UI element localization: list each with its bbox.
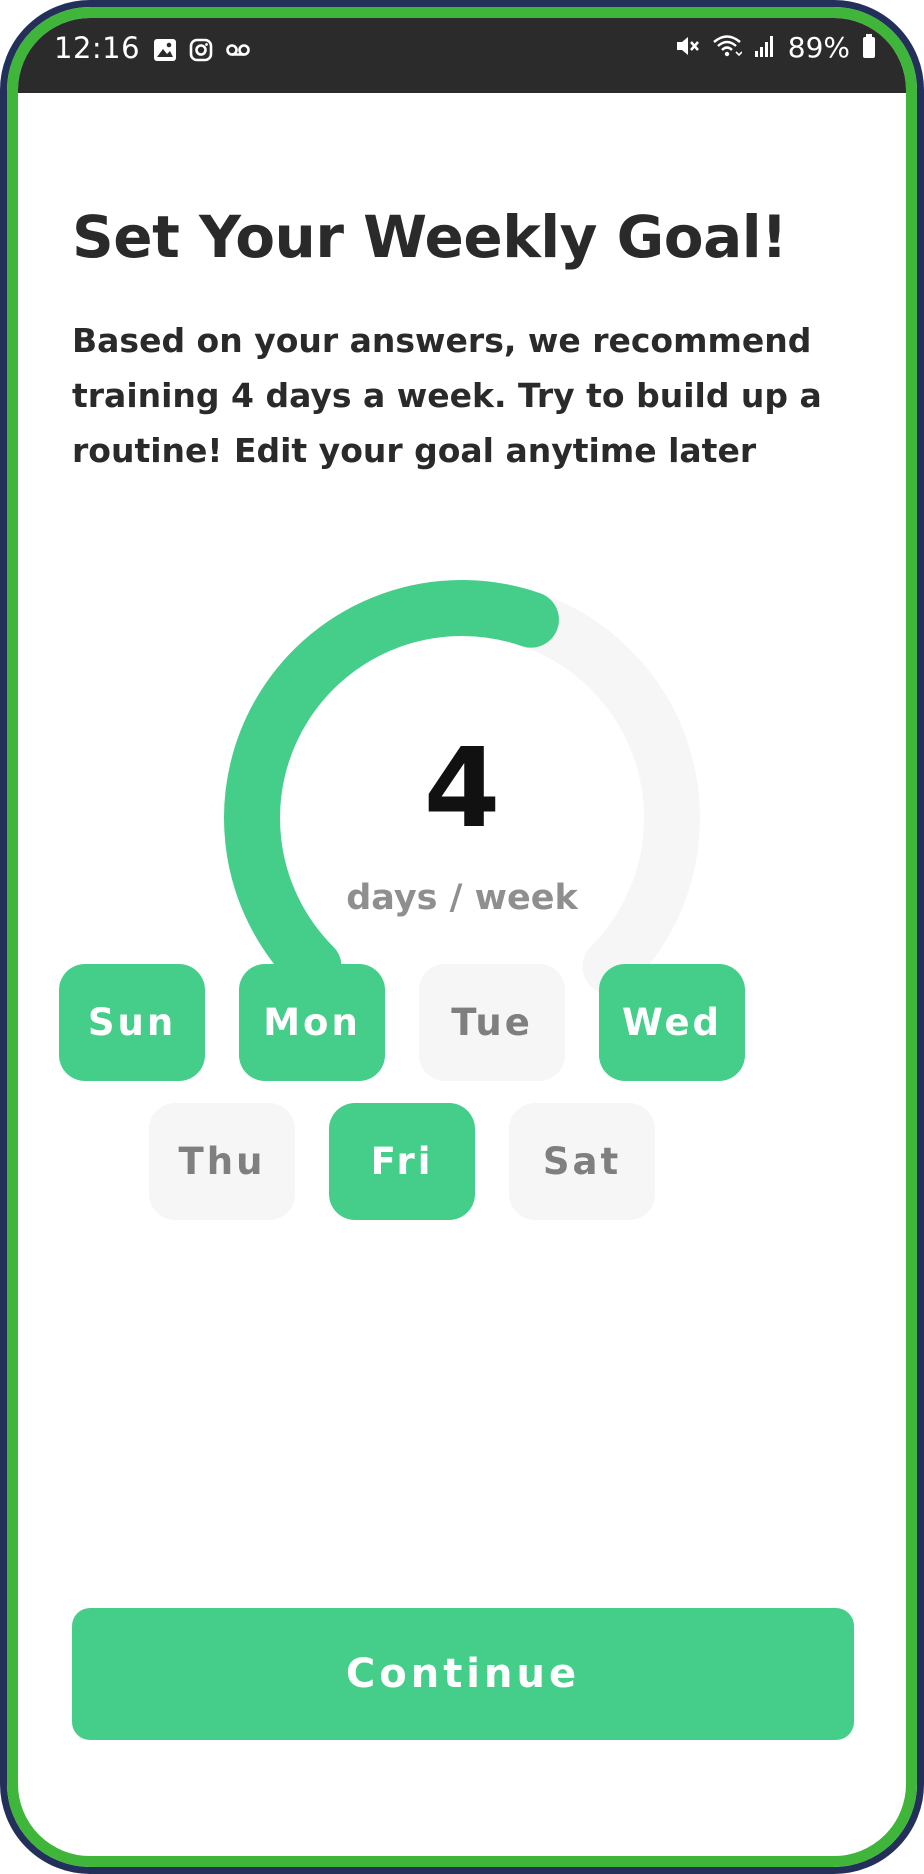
day-chip-sat[interactable]: Sat xyxy=(509,1103,655,1220)
day-chip-tue[interactable]: Tue xyxy=(419,964,565,1081)
day-chip-mon[interactable]: Mon xyxy=(239,964,385,1081)
goal-days-value: 4 xyxy=(423,724,501,852)
day-chip-thu[interactable]: Thu xyxy=(149,1103,295,1220)
day-chip-sun[interactable]: Sun xyxy=(59,964,205,1081)
day-chip-fri[interactable]: Fri xyxy=(329,1103,475,1220)
goal-unit-label: days / week xyxy=(346,878,578,918)
day-chip-wed[interactable]: Wed xyxy=(599,964,745,1081)
continue-button[interactable]: Continue xyxy=(72,1608,854,1740)
device-screen: 12:16 89% Set Your Weekly Goal! Based on… xyxy=(7,7,917,1867)
